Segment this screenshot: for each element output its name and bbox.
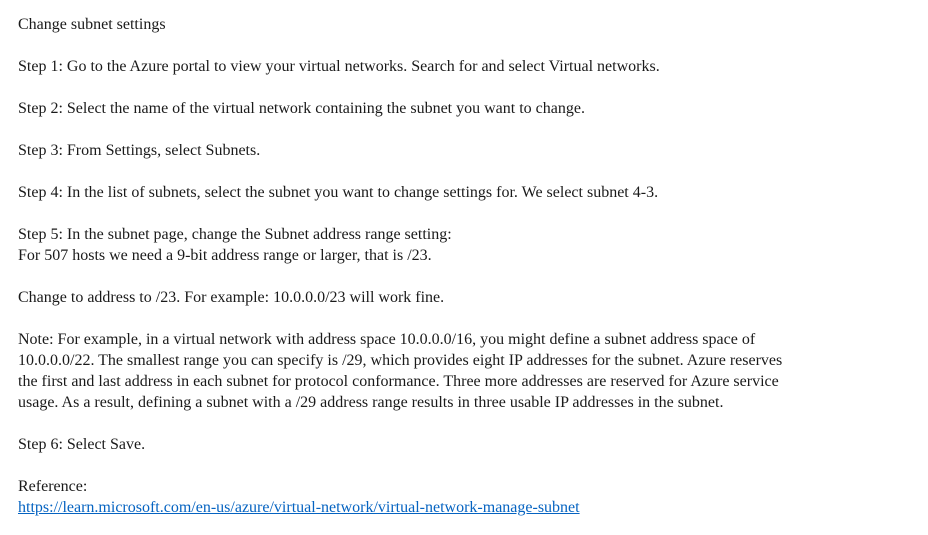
- note-line-2: 10.0.0.0/22. The smallest range you can …: [18, 352, 783, 369]
- reference-label: Reference:: [18, 478, 88, 495]
- reference-link[interactable]: https://learn.microsoft.com/en-us/azure/…: [18, 497, 910, 518]
- step-6: Step 6: Select Save.: [18, 436, 146, 453]
- step-5: Step 5: In the subnet page, change the S…: [18, 224, 910, 266]
- note-line-3: the first and last address in each subne…: [18, 373, 779, 390]
- step-1: Step 1: Go to the Azure portal to view y…: [18, 58, 660, 75]
- step-4: Step 4: In the list of subnets, select t…: [18, 184, 659, 201]
- note-line-1: Note: For example, in a virtual network …: [18, 331, 756, 348]
- document-title: Change subnet settings: [18, 16, 166, 33]
- note-line-4: usage. As a result, defining a subnet wi…: [18, 394, 724, 411]
- change-address-text: Change to address to /23. For example: 1…: [18, 289, 445, 306]
- reference-section: Reference: https://learn.microsoft.com/e…: [18, 476, 910, 518]
- step-3: Step 3: From Settings, select Subnets.: [18, 142, 261, 159]
- step-5-line-1: Step 5: In the subnet page, change the S…: [18, 226, 452, 243]
- step-5-line-2: For 507 hosts we need a 9-bit address ra…: [18, 247, 432, 264]
- step-2: Step 2: Select the name of the virtual n…: [18, 100, 585, 117]
- document-body: Change subnet settings Step 1: Go to the…: [0, 0, 928, 518]
- note-paragraph: Note: For example, in a virtual network …: [18, 329, 910, 413]
